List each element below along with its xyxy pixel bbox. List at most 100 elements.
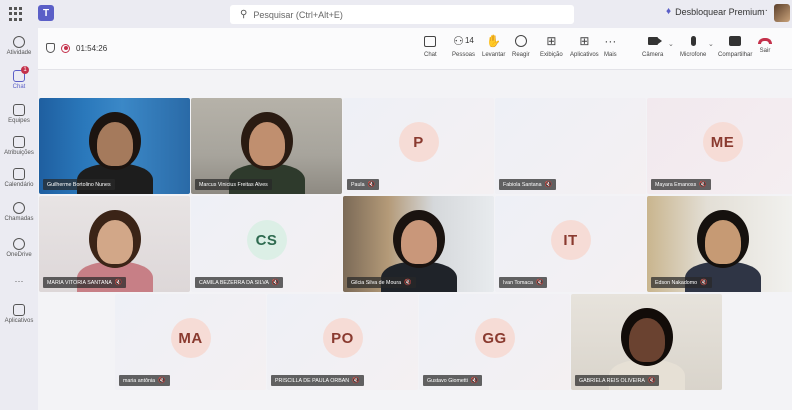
- participant-tile[interactable]: GABRIELA REIS OLIVEIRA 🔇: [571, 294, 722, 390]
- user-avatar[interactable]: [774, 4, 790, 22]
- participant-tile[interactable]: MARIA VITORIA SANTANA 🔇: [39, 196, 190, 292]
- participant-video-face: [705, 220, 741, 264]
- participant-nameplate: Ivan Tomaca 🔇: [499, 277, 548, 288]
- participant-nameplate: maria antônia 🔇: [119, 375, 170, 386]
- teams-logo-icon: T: [38, 5, 54, 21]
- participant-initials-avatar: P: [398, 122, 439, 163]
- rail-item-8[interactable]: Aplicativos: [0, 304, 38, 324]
- participant-tile[interactable]: ME Mayara Emanoss 🔇: [647, 98, 792, 194]
- share-button[interactable]: Compartilhar: [718, 34, 752, 58]
- participant-name: Edson Nakadomo: [655, 279, 698, 286]
- rail-label: OneDrive: [6, 252, 32, 258]
- chat-button[interactable]: Chat: [424, 34, 437, 58]
- meeting-stage: 01:54:26 Chat ⚇ 14 Pessoas ✋ Levantar Rea…: [38, 28, 792, 410]
- participant-video-face: [629, 318, 665, 362]
- rail-item-6[interactable]: OneDrive: [0, 238, 38, 258]
- participant-tile[interactable]: Marcus Vinicius Freitas Alves: [191, 98, 342, 194]
- participant-name: CAMILA BEZERRA DA SILVA: [199, 279, 269, 286]
- participant-tile[interactable]: IT Ivan Tomaca 🔇: [495, 196, 646, 292]
- mic-muted-icon: 🔇: [699, 182, 707, 188]
- participant-tile[interactable]: P Paula 🔇: [343, 98, 494, 194]
- participant-initials-avatar: ME: [702, 122, 743, 163]
- participant-tile[interactable]: PO PRISCILLA DE PAULA ORBAN 🔇: [267, 294, 418, 390]
- rail-item-0[interactable]: Atividade: [0, 36, 38, 56]
- ellipsis-icon: ···: [604, 34, 617, 48]
- leave-button[interactable]: Sair: [758, 34, 772, 54]
- participant-video-face: [97, 122, 133, 166]
- view-button[interactable]: ⊞ Exibição: [540, 34, 563, 58]
- participant-nameplate: Marcus Vinicius Freitas Alves: [195, 179, 272, 190]
- raise-hand-label: Levantar: [482, 52, 506, 58]
- share-screen-icon: [729, 36, 742, 46]
- rail-label: Calendário: [4, 182, 34, 188]
- participant-nameplate: MARIA VITORIA SANTANA 🔇: [43, 277, 127, 288]
- teams-window: T ⚲ Pesquisar (Ctrl+Alt+E) ♦ Desbloquear…: [0, 0, 792, 410]
- rail-item-4[interactable]: Calendário: [0, 168, 38, 188]
- mic-muted-icon: 🔇: [535, 280, 544, 286]
- rail-item-2[interactable]: Equipes: [0, 104, 38, 124]
- participant-tile[interactable]: MA maria antônia 🔇: [115, 294, 266, 390]
- unlock-premium-button[interactable]: ♦ Desbloquear Premium: [666, 6, 765, 17]
- rail-item-3[interactable]: Atribuições: [0, 136, 38, 156]
- participant-tile[interactable]: Edson Nakadomo 🔇: [647, 196, 792, 292]
- more-label: Mais: [604, 52, 617, 58]
- participant-nameplate: Guilherme Bortolino Nunes: [43, 179, 115, 190]
- camera-options-chevron-icon[interactable]: ⌄: [668, 40, 674, 48]
- mic-muted-icon: 🔇: [647, 378, 656, 384]
- participant-nameplate: Mayara Emanoss 🔇: [651, 179, 711, 190]
- smiley-icon: [514, 35, 527, 47]
- participant-video-face: [249, 122, 285, 166]
- view-grid-icon: ⊞: [546, 34, 557, 48]
- search-input[interactable]: ⚲ Pesquisar (Ctrl+Alt+E): [230, 5, 574, 24]
- microphone-label: Microfone: [680, 52, 707, 58]
- calendar-icon: [13, 168, 25, 180]
- participant-tile[interactable]: Fabiola Santana 🔇: [495, 98, 646, 194]
- participant-nameplate: Gilcia Silva de Moura 🔇: [347, 277, 416, 288]
- chat-icon: 1: [13, 66, 29, 82]
- participant-name: maria antônia: [123, 377, 156, 384]
- shield-icon: [46, 43, 55, 53]
- onedrive-icon: [13, 238, 25, 250]
- microphone-icon: [690, 36, 696, 46]
- app-launcher-icon[interactable]: [9, 7, 23, 21]
- participant-tile[interactable]: CS CAMILA BEZERRA DA SILVA 🔇: [191, 196, 342, 292]
- camera-button[interactable]: Câmera: [642, 34, 663, 58]
- rail-item-1[interactable]: 1 Chat: [0, 66, 38, 90]
- participant-name: Mayara Emanoss: [655, 181, 697, 188]
- assignments-icon: [13, 136, 25, 148]
- people-count: 14: [464, 36, 474, 45]
- participant-nameplate: CAMILA BEZERRA DA SILVA 🔇: [195, 277, 284, 288]
- participant-name: Marcus Vinicius Freitas Alves: [199, 181, 268, 188]
- participant-name: MARIA VITORIA SANTANA: [47, 279, 112, 286]
- participant-nameplate: Gustavo Giometti 🔇: [423, 375, 483, 386]
- participant-name: Ivan Tomaca: [503, 279, 533, 286]
- participant-name: Guilherme Bortolino Nunes: [47, 181, 111, 188]
- microphone-options-chevron-icon[interactable]: ⌄: [708, 40, 714, 48]
- participant-nameplate: GABRIELA REIS OLIVEIRA 🔇: [575, 375, 660, 386]
- microphone-button[interactable]: Microfone: [680, 34, 706, 58]
- recording-icon: [61, 43, 70, 53]
- bell-icon: [13, 36, 25, 48]
- mic-muted-icon: 🔇: [352, 378, 360, 384]
- apps-button[interactable]: ⊞ Aplicativos: [570, 34, 599, 58]
- rail-label: Equipes: [8, 118, 30, 124]
- participant-tile[interactable]: GG Gustavo Giometti 🔇: [419, 294, 570, 390]
- share-label: Compartilhar: [718, 52, 753, 58]
- rail-item-5[interactable]: Chamadas: [0, 202, 38, 222]
- raise-hand-button[interactable]: ✋ Levantar: [482, 34, 505, 58]
- search-placeholder: Pesquisar (Ctrl+Alt+E): [253, 9, 343, 20]
- mic-muted-icon: 🔇: [271, 280, 280, 286]
- participant-tile[interactable]: Guilherme Bortolino Nunes: [39, 98, 190, 194]
- participant-initials-avatar: GG: [474, 318, 515, 359]
- people-button[interactable]: ⚇ 14 Pessoas: [452, 34, 475, 58]
- mic-muted-icon: 🔇: [114, 280, 123, 286]
- apps-label: Aplicativos: [570, 52, 599, 58]
- react-button[interactable]: Reagir: [512, 34, 530, 58]
- participant-tile[interactable]: Gilcia Silva de Moura 🔇: [343, 196, 494, 292]
- mic-muted-icon: 🔇: [544, 182, 553, 188]
- participant-video-face: [97, 220, 133, 264]
- settings-more-button[interactable]: ···: [758, 5, 768, 16]
- more-actions-button[interactable]: ··· Mais: [604, 34, 617, 58]
- search-icon: ⚲: [240, 9, 248, 20]
- rail-item-7[interactable]: ···: [0, 276, 38, 286]
